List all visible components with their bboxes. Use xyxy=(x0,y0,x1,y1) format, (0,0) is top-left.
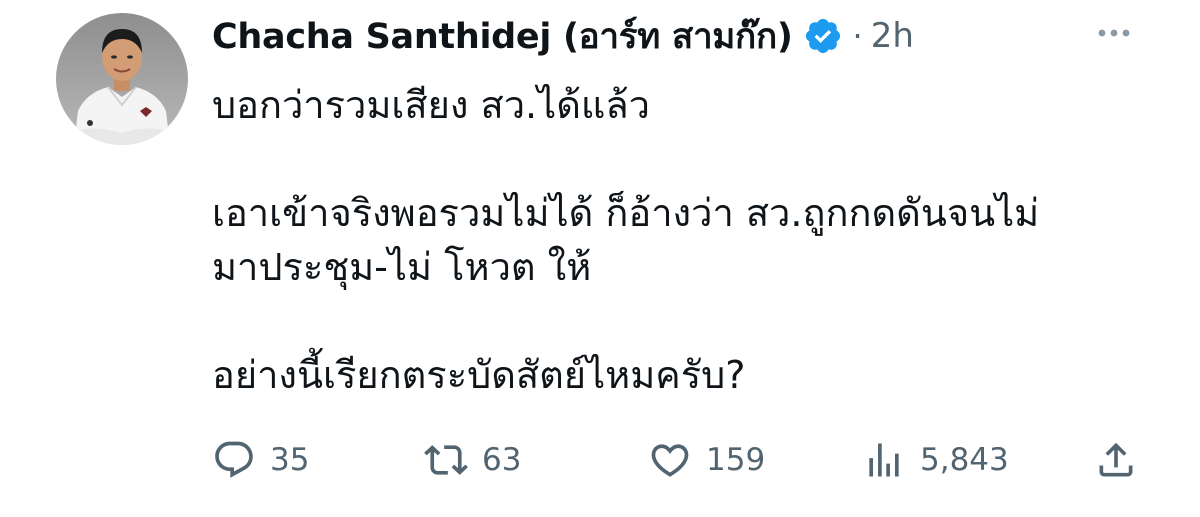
bar-chart-icon xyxy=(862,438,906,482)
comment-bubble-icon xyxy=(212,438,256,482)
tweet: Chacha Santhidej (อาร์ท สามก๊ก) · 2h บอก… xyxy=(0,0,1200,517)
tweet-line xyxy=(212,294,1162,348)
like-button[interactable]: 159 xyxy=(648,436,765,484)
tweet-text: บอกว่ารวมเสียง สว.ได้แล้ว เอาเข้าจริงพอร… xyxy=(212,78,1162,402)
heart-icon xyxy=(648,438,692,482)
reply-button[interactable]: 35 xyxy=(212,436,309,484)
tweet-header: Chacha Santhidej (อาร์ท สามก๊ก) · 2h xyxy=(212,8,914,64)
share-button[interactable] xyxy=(1094,436,1138,484)
views-button[interactable]: 5,843 xyxy=(862,436,1009,484)
more-dots-icon[interactable] xyxy=(1090,18,1138,48)
tweet-timestamp[interactable]: 2h xyxy=(871,16,914,56)
header-separator: · xyxy=(852,17,863,55)
avatar[interactable] xyxy=(56,13,188,145)
like-count: 159 xyxy=(706,442,766,478)
tweet-actions: 35 63 159 5,843 xyxy=(212,436,1152,484)
tweet-line: มาประชุม-ไม่ โหวต ให้ xyxy=(212,245,592,289)
retweet-arrows-icon xyxy=(424,438,468,482)
tweet-line xyxy=(212,132,1162,186)
retweet-button[interactable]: 63 xyxy=(424,436,521,484)
retweet-count: 63 xyxy=(482,442,522,478)
views-count: 5,843 xyxy=(920,442,1009,478)
share-upload-icon xyxy=(1094,438,1138,482)
verified-badge-icon[interactable] xyxy=(803,16,843,56)
author-display-name[interactable]: Chacha Santhidej (อาร์ท สามก๊ก) xyxy=(212,9,793,64)
reply-count: 35 xyxy=(270,442,310,478)
tweet-line: อย่างนี้เรียกตระบัดสัตย์ไหมครับ? xyxy=(212,353,746,397)
tweet-line: เอาเข้าจริงพอรวมไม่ได้ ก็อ้างว่า สว.ถูกก… xyxy=(212,191,1040,235)
tweet-line: บอกว่ารวมเสียง สว.ได้แล้ว xyxy=(212,83,651,127)
